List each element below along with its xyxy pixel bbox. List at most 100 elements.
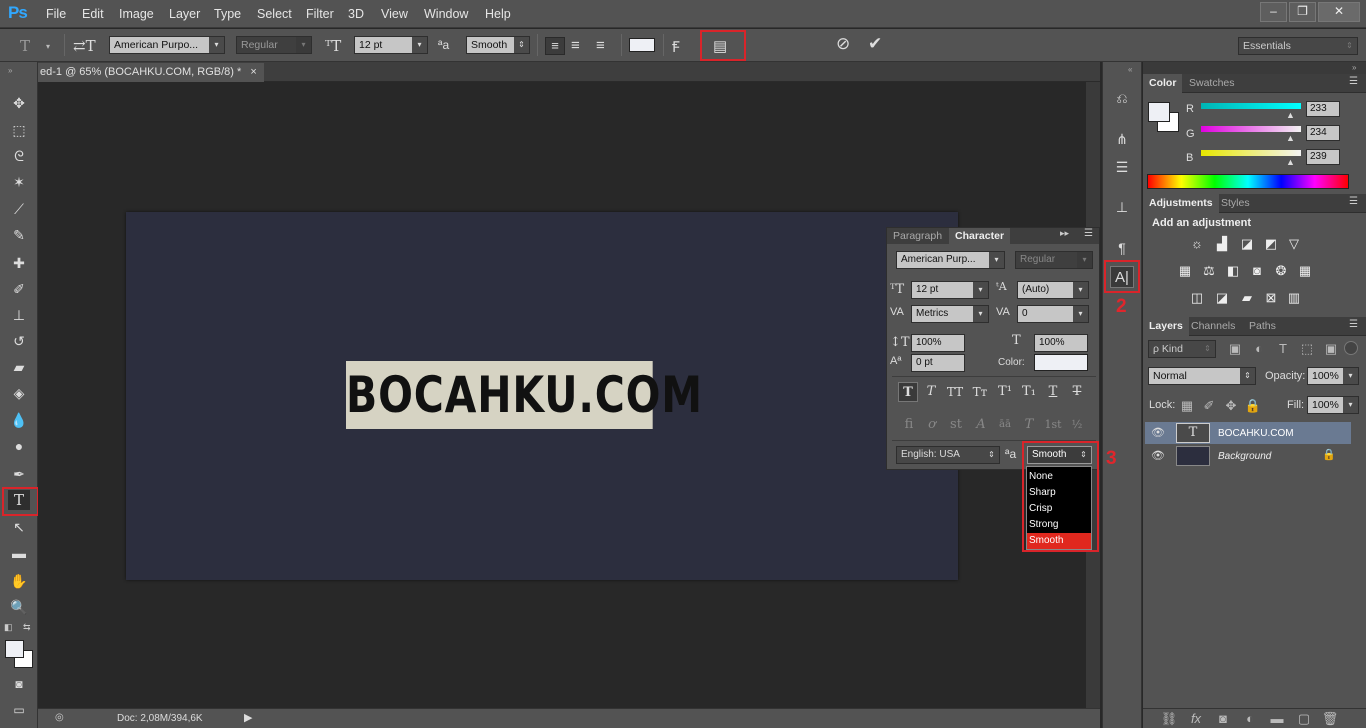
gradient-map-icon[interactable]: ▥	[1285, 290, 1303, 306]
exposure-icon[interactable]: ◩	[1262, 236, 1280, 252]
brush-tool-icon[interactable]: ✐	[8, 279, 30, 299]
menu-image[interactable]: Image	[119, 7, 154, 21]
default-colors-icon[interactable]: ◧	[4, 622, 13, 633]
move-tool-icon[interactable]: ✥	[8, 93, 30, 113]
channel-b-slider[interactable]	[1201, 150, 1301, 156]
font-family-select[interactable]: American Purpo... ▾	[109, 36, 225, 54]
menu-filter[interactable]: Filter	[306, 7, 334, 21]
channel-r-value[interactable]: 233	[1306, 101, 1340, 117]
char-tracking-select[interactable]: 0 ▾	[1017, 305, 1089, 323]
new-group-icon[interactable]: ▬	[1268, 711, 1286, 727]
menu-3d[interactable]: 3D	[348, 7, 364, 21]
quick-mask-icon[interactable]: ◙	[8, 674, 30, 694]
history-brush-tool-icon[interactable]: ↺	[8, 331, 30, 351]
all-caps-button[interactable]: TT	[945, 382, 965, 402]
pen-tool-icon[interactable]: ✒	[8, 464, 30, 484]
faux-bold-button[interactable]: T	[898, 382, 918, 402]
slider-thumb-icon[interactable]: ▲	[1286, 133, 1295, 143]
align-right-icon[interactable]: ≡	[596, 37, 605, 54]
aa-option-strong[interactable]: Strong	[1027, 517, 1091, 533]
lock-all-icon[interactable]: 🔒	[1244, 398, 1262, 414]
rectangle-tool-icon[interactable]: ▬	[8, 543, 30, 563]
hand-tool-icon[interactable]: ✋	[8, 571, 30, 591]
type-tool-icon[interactable]: T	[8, 490, 30, 510]
collapse-dock-icon[interactable]: »	[1352, 63, 1356, 72]
status-menu-arrow-icon[interactable]: ▶	[244, 711, 252, 724]
add-mask-icon[interactable]: ◙	[1214, 711, 1232, 727]
titling-alternates-button[interactable]: T	[1019, 415, 1039, 435]
char-font-style-select[interactable]: Regular ▾	[1015, 251, 1093, 269]
tab-swatches[interactable]: Swatches	[1183, 74, 1241, 93]
levels-icon[interactable]: ▟	[1213, 236, 1231, 252]
tab-paragraph[interactable]: Paragraph	[887, 228, 948, 244]
brush-presets-icon[interactable]: ⋔	[1110, 128, 1134, 150]
black-white-icon[interactable]: ◧	[1224, 263, 1242, 279]
ligatures-button[interactable]: ﬁ	[899, 415, 919, 435]
tab-layers[interactable]: Layers	[1143, 317, 1189, 336]
filter-type-icon[interactable]: T	[1274, 341, 1292, 357]
menu-edit[interactable]: Edit	[82, 7, 104, 21]
aa-option-crisp[interactable]: Crisp	[1027, 501, 1091, 517]
restore-button[interactable]: ❐	[1289, 2, 1316, 22]
magic-wand-tool-icon[interactable]: ✶	[8, 172, 30, 192]
language-select[interactable]: English: USA ⇕	[896, 446, 1000, 464]
crop-tool-icon[interactable]: ⟋	[8, 199, 30, 219]
clone-stamp-tool-icon[interactable]: ⊥	[8, 305, 30, 325]
font-style-select[interactable]: Regular ▾	[236, 36, 312, 54]
paragraph-panel-icon[interactable]: ¶	[1110, 237, 1134, 259]
eyedropper-tool-icon[interactable]: ✎	[8, 225, 30, 245]
channel-g-slider[interactable]	[1201, 126, 1301, 132]
menu-file[interactable]: File	[46, 7, 66, 21]
ordinals-button[interactable]: 1st	[1043, 415, 1063, 435]
toggle-character-panel-icon[interactable]: ▤	[713, 37, 727, 55]
lock-position-icon[interactable]: ✥	[1222, 398, 1240, 414]
font-size-select[interactable]: 12 pt ▾	[354, 36, 428, 54]
aa-option-smooth[interactable]: Smooth	[1027, 533, 1091, 549]
char-font-size-select[interactable]: 12 pt ▾	[911, 281, 989, 299]
warp-text-icon[interactable]: Ꞙ	[672, 37, 680, 57]
collapse-panel-icon[interactable]: ▸▸	[1060, 228, 1069, 239]
layer-name[interactable]: Background	[1218, 451, 1271, 462]
subscript-button[interactable]: T₁	[1019, 382, 1039, 402]
menu-select[interactable]: Select	[257, 7, 292, 21]
hue-saturation-icon[interactable]: ▦	[1176, 263, 1194, 279]
screen-mode-icon[interactable]: ▭	[8, 700, 30, 720]
menu-type[interactable]: Type	[214, 7, 241, 21]
curves-icon[interactable]: ◪	[1238, 236, 1256, 252]
align-center-icon[interactable]: ≡	[571, 37, 580, 54]
char-vertical-scale-input[interactable]: 100%	[911, 334, 965, 352]
swash-button[interactable]: A	[971, 415, 991, 435]
type-tool-preset-icon[interactable]: T	[20, 37, 30, 55]
lock-transparent-icon[interactable]: ▦	[1178, 398, 1196, 414]
selective-color-icon[interactable]: ⊠	[1262, 290, 1280, 306]
menu-view[interactable]: View	[381, 7, 408, 21]
filter-shape-icon[interactable]: ⬚	[1298, 341, 1316, 357]
cancel-icon[interactable]: ⊘	[836, 34, 850, 54]
slider-thumb-icon[interactable]: ▲	[1286, 110, 1295, 120]
char-kerning-select[interactable]: Metrics ▾	[911, 305, 989, 323]
faux-italic-button[interactable]: T	[921, 382, 941, 402]
document-tab[interactable]: ed-1 @ 65% (BOCAHKU.COM, RGB/8) * ×	[38, 63, 264, 82]
history-panel-icon[interactable]: ⎌	[1110, 87, 1134, 109]
old-style-button[interactable]: ơ	[922, 415, 942, 435]
panel-menu-icon[interactable]: ☰	[1349, 319, 1358, 330]
color-spectrum-ramp[interactable]	[1147, 174, 1349, 189]
menu-layer[interactable]: Layer	[169, 7, 200, 21]
char-anti-alias-select[interactable]: Smooth ⇕	[1027, 446, 1092, 464]
tab-close-icon[interactable]: ×	[250, 66, 256, 78]
new-adjustment-icon[interactable]: ◐	[1241, 711, 1259, 727]
link-layers-icon[interactable]: ⛓	[1160, 711, 1178, 727]
color-balance-icon[interactable]: ⚖	[1200, 263, 1218, 279]
path-selection-tool-icon[interactable]: ↖	[8, 517, 30, 537]
foreground-color-swatch[interactable]	[5, 640, 24, 658]
tab-character[interactable]: Character	[949, 228, 1011, 244]
discretionary-ligature-button[interactable]: st	[946, 415, 966, 435]
strikethrough-button[interactable]: T	[1067, 382, 1087, 402]
brightness-contrast-icon[interactable]: ☼	[1188, 236, 1206, 252]
layer-filter-select[interactable]: ρ Kind ⇕	[1148, 340, 1216, 358]
fractions-button[interactable]: ½	[1067, 415, 1087, 435]
clone-source-icon[interactable]: ⊥	[1110, 196, 1134, 218]
new-layer-icon[interactable]: ▢	[1295, 711, 1313, 727]
paint-bucket-tool-icon[interactable]: ◈	[8, 383, 30, 403]
filter-toggle[interactable]	[1344, 341, 1358, 355]
